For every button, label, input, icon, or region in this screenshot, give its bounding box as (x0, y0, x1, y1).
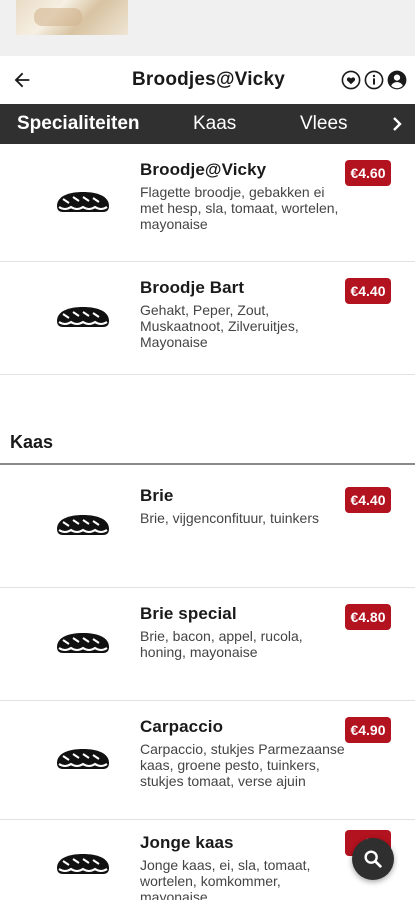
tab-specialiteiten[interactable]: Specialiteiten (0, 104, 176, 144)
item-name: Carpaccio (140, 717, 224, 736)
account-button[interactable] (387, 70, 407, 90)
app-header: Broodjes@Vicky (0, 56, 415, 104)
sandwich-icon (57, 854, 109, 874)
item-description: Jonge kaas, ei, sla, tomaat, wortelen, k… (140, 857, 311, 900)
item-name: Brie special (140, 604, 237, 623)
item-description: Carpaccio, stukjes Parmezaanse kaas, gro… (140, 741, 345, 789)
chevron-right-icon (393, 117, 402, 131)
item-name: Broodje Bart (140, 278, 245, 297)
sandwich-icon (57, 515, 109, 535)
banner-photo (16, 0, 128, 35)
menu-list: Broodje@Vicky Flagette broodje, gebakken… (0, 144, 415, 900)
list-item[interactable]: Brie Brie, vijgenconfituur, tuinkers €4.… (0, 465, 415, 588)
item-description: Flagette broodje, gebakken ei met hesp, … (140, 184, 339, 232)
search-icon (364, 850, 382, 868)
sandwich-icon (57, 191, 109, 212)
item-description: Brie, bacon, appel, rucola, honing, mayo… (140, 628, 303, 660)
account-icon (387, 70, 407, 90)
list-item[interactable]: Broodje@Vicky Flagette broodje, gebakken… (0, 144, 415, 262)
sandwich-icon (57, 633, 109, 653)
header-actions (341, 70, 407, 90)
list-item[interactable]: Carpaccio Carpaccio, stukjes Parmezaanse… (0, 701, 415, 820)
info-button[interactable] (364, 70, 384, 90)
item-name: Broodje@Vicky (140, 160, 267, 179)
price-badge: €4.40 (345, 487, 391, 513)
item-description: Brie, vijgenconfituur, tuinkers (140, 510, 319, 526)
tab-kaas[interactable]: Kaas (176, 104, 283, 144)
tab-vlees[interactable]: Vlees (283, 104, 363, 144)
item-description: Gehakt, Peper, Zout, Muskaatnoot, Zilver… (140, 302, 299, 350)
list-item[interactable]: Brie special Brie, bacon, appel, rucola,… (0, 588, 415, 701)
price-badge: €4.80 (345, 604, 391, 630)
heart-icon (341, 70, 361, 90)
price-badge: €4.90 (345, 717, 391, 743)
tabs-scroll-button[interactable] (385, 104, 409, 144)
favorite-button[interactable] (341, 70, 361, 90)
search-button[interactable] (352, 838, 394, 880)
item-name: Jonge kaas (140, 833, 234, 852)
list-item[interactable]: Broodje Bart Gehakt, Peper, Zout, Muskaa… (0, 262, 415, 375)
price-badge: €4.60 (345, 160, 391, 186)
item-name: Brie (140, 486, 174, 505)
back-arrow-icon (14, 72, 30, 88)
sandwich-icon (57, 307, 109, 327)
section-header-kaas: Kaas (0, 431, 415, 465)
info-icon (364, 70, 384, 90)
top-banner (0, 0, 415, 56)
sandwich-icon (57, 749, 109, 769)
category-tabs: Specialiteiten Kaas Vlees (0, 104, 415, 144)
price-badge: €4.40 (345, 278, 391, 304)
back-button[interactable] (0, 56, 44, 104)
